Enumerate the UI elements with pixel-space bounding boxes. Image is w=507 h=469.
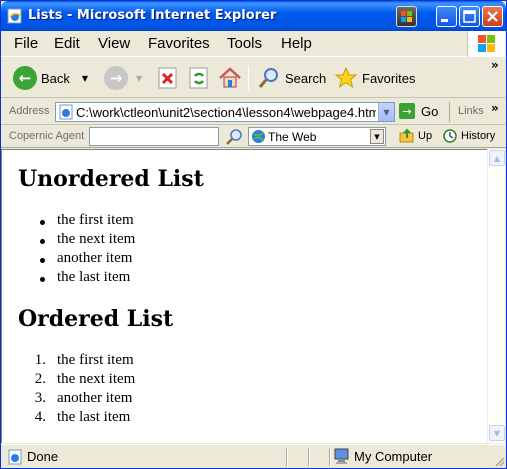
ordered-heading: Ordered List (18, 306, 174, 332)
up-label: Up (418, 130, 433, 142)
menu-bar: File Edit View Favorites Tools Help (1, 31, 506, 57)
search-button[interactable]: Search (257, 64, 326, 92)
globe-icon (252, 130, 265, 143)
menu-view[interactable]: View (98, 35, 130, 52)
bullet-icon (40, 277, 45, 282)
home-icon (219, 67, 241, 88)
forward-dropdown-icon[interactable]: ▼ (136, 74, 142, 83)
status-bar: Done My Computer (1, 444, 506, 468)
status-divider (329, 448, 331, 466)
window-title: Lists - Microsoft Internet Explorer (28, 8, 277, 23)
page-content: Unordered List the first item the next i… (1, 149, 487, 443)
menu-file[interactable]: File (14, 35, 38, 52)
minimize-button[interactable] (436, 6, 457, 27)
ie-window: Lists - Microsoft Internet Explorer File… (0, 0, 507, 469)
status-divider (286, 448, 288, 466)
scroll-up-icon[interactable]: ▲ (489, 150, 505, 166)
favorites-label: Favorites (362, 70, 416, 86)
up-button[interactable]: Up (399, 128, 432, 144)
address-url: C:\work\ctleon\unit2\section4\lesson4\we… (76, 105, 376, 120)
menu-edit[interactable]: Edit (54, 35, 80, 52)
copernic-scope-value: The Web (268, 130, 317, 144)
list-item-text: the next item (57, 231, 136, 247)
toolbar-separator (248, 66, 249, 90)
list-number: 3. (34, 390, 46, 406)
menu-favorites[interactable]: Favorites (148, 35, 210, 52)
list-item-text: another item (57, 250, 133, 266)
copernic-label: Copernic Agent (9, 130, 85, 142)
folder-up-icon (399, 128, 414, 143)
stop-icon (158, 67, 177, 89)
history-icon (443, 129, 457, 143)
back-arrow-icon: ← (13, 66, 37, 90)
search-icon (258, 68, 278, 88)
back-dropdown-icon[interactable]: ▼ (82, 74, 88, 83)
back-label: Back (41, 70, 70, 86)
computer-icon (334, 448, 349, 464)
go-arrow-icon: → (399, 103, 415, 119)
history-button[interactable]: History (442, 128, 495, 144)
links-label[interactable]: Links (458, 105, 484, 117)
windows-logo-icon (467, 31, 505, 57)
vertical-scrollbar[interactable]: ▲ ▼ (487, 149, 505, 443)
standard-toolbar: ← Back ▼ → ▼ Search Favorites » (1, 58, 506, 98)
windows-flag-icon[interactable] (396, 6, 417, 27)
list-number: 4. (34, 409, 46, 425)
list-item-text: another item (57, 390, 133, 406)
scope-dropdown-icon[interactable]: ▼ (370, 129, 384, 144)
title-bar[interactable]: Lists - Microsoft Internet Explorer (1, 1, 506, 31)
close-button[interactable] (482, 6, 503, 27)
address-separator (449, 102, 450, 122)
bullet-icon (40, 220, 45, 225)
search-label: Search (285, 70, 327, 86)
copernic-toolbar: Copernic Agent The Web ▼ Up History (1, 126, 506, 148)
list-item-text: the last item (57, 269, 131, 285)
refresh-button[interactable] (189, 64, 209, 92)
stop-button[interactable] (158, 64, 178, 92)
refresh-icon (189, 67, 208, 89)
favorites-button[interactable]: Favorites (334, 64, 415, 92)
maximize-button[interactable] (459, 6, 480, 27)
go-label: Go (421, 103, 439, 119)
go-button[interactable]: → Go (399, 103, 438, 119)
links-chevron-icon[interactable]: » (491, 101, 499, 115)
resize-grip-icon[interactable] (493, 455, 505, 467)
home-button[interactable] (218, 64, 242, 92)
address-label: Address (9, 105, 50, 117)
history-label: History (461, 130, 496, 142)
ie-page-icon (7, 8, 22, 24)
address-input[interactable]: C:\work\ctleon\unit2\section4\lesson4\we… (55, 102, 395, 122)
scroll-down-icon[interactable]: ▼ (489, 425, 505, 441)
unordered-heading: Unordered List (18, 166, 204, 192)
forward-button[interactable]: → ▼ (104, 64, 142, 92)
list-item-text: the first item (57, 352, 134, 368)
security-zone: My Computer (354, 449, 433, 464)
copernic-scope-select[interactable]: The Web ▼ (248, 127, 386, 146)
address-bar: Address C:\work\ctleon\unit2\section4\le… (1, 99, 506, 125)
toolbar-chevron-icon[interactable]: » (491, 58, 499, 72)
page-done-icon (8, 449, 22, 465)
forward-arrow-icon: → (104, 66, 128, 90)
address-dropdown-icon[interactable]: ▼ (378, 103, 394, 121)
list-number: 2. (34, 371, 46, 387)
menu-tools[interactable]: Tools (227, 35, 262, 52)
bullet-icon (40, 258, 45, 263)
list-number: 1. (34, 352, 46, 368)
list-item-text: the last item (57, 409, 131, 425)
bullet-icon (40, 239, 45, 244)
list-item-text: the first item (57, 212, 134, 228)
status-divider (308, 448, 310, 466)
back-button[interactable]: ← Back ▼ (13, 64, 88, 92)
page-icon (59, 104, 73, 120)
copernic-search-icon[interactable] (225, 128, 243, 146)
status-text: Done (27, 449, 59, 464)
menu-help[interactable]: Help (281, 35, 312, 52)
list-item-text: the next item (57, 371, 136, 387)
star-icon (334, 66, 358, 89)
copernic-search-input[interactable] (89, 127, 219, 146)
